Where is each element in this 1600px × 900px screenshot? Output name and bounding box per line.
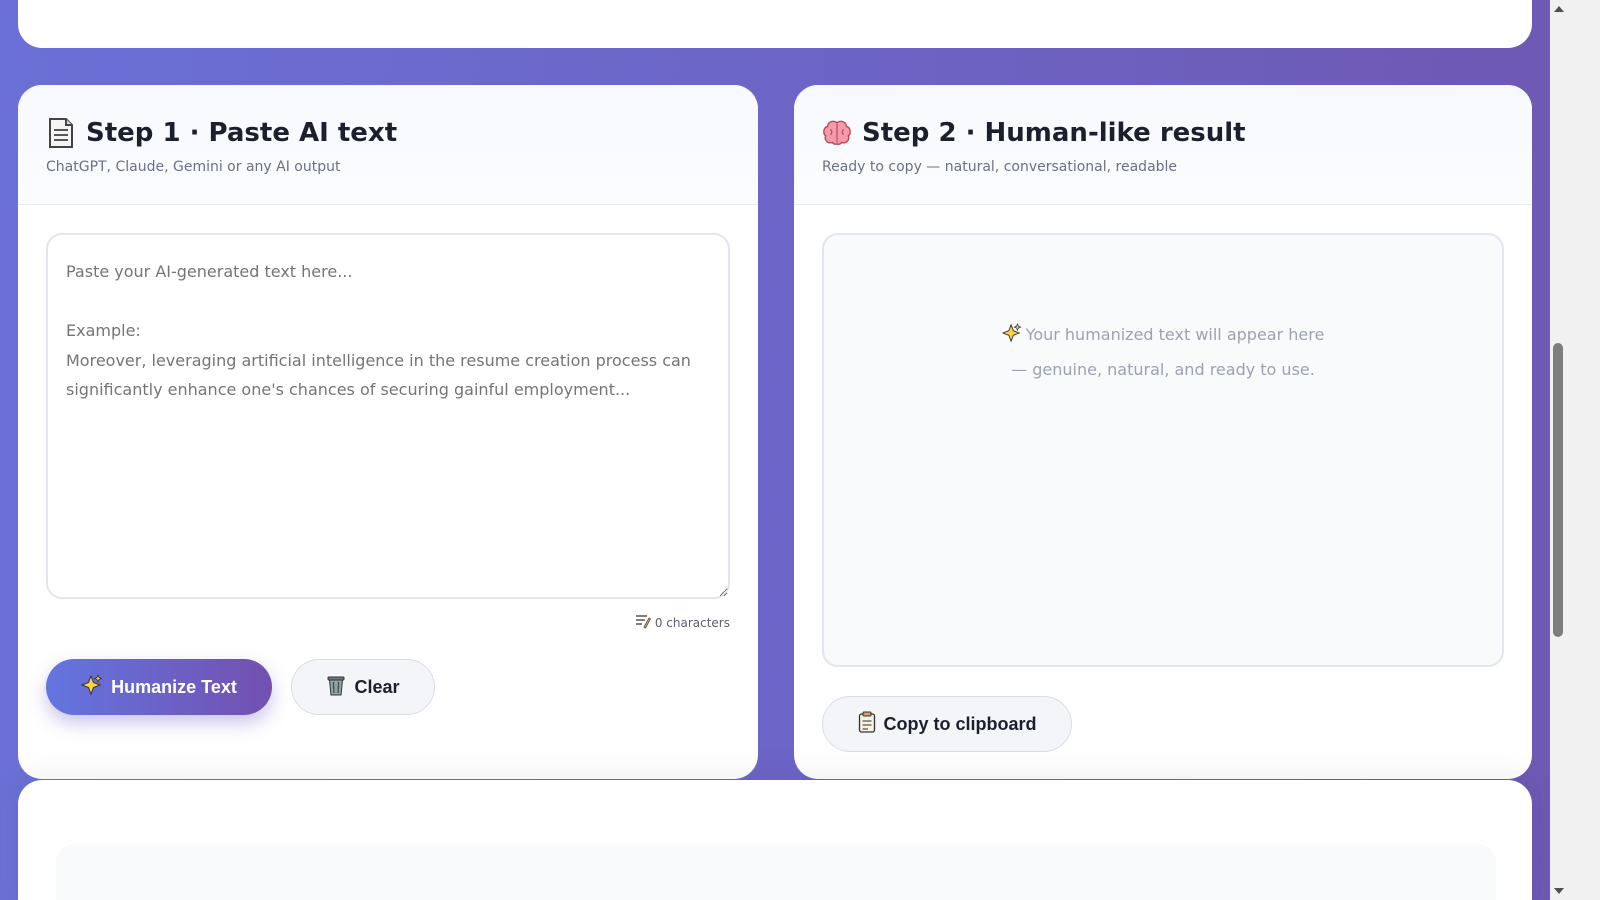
step2-header: Step 2 · Human-like result Ready to copy…: [794, 85, 1532, 205]
step2-title-text: Step 2 · Human-like result: [862, 118, 1246, 148]
step1-header: Step 1 · Paste AI text ChatGPT, Claude, …: [18, 85, 758, 205]
humanize-button-label: Humanize Text: [111, 676, 237, 697]
result-placeholder: Your humanized text will appear here — g…: [983, 319, 1343, 665]
copy-to-clipboard-button[interactable]: Copy to clipboard: [822, 696, 1072, 752]
humanize-button[interactable]: Humanize Text: [46, 659, 272, 715]
character-count-text: 0 characters: [654, 615, 730, 630]
sparkles-icon: [80, 673, 103, 701]
scroll-down-icon[interactable]: [1554, 888, 1564, 894]
page-scrollbar[interactable]: [1550, 0, 1568, 900]
copy-button-label: Copy to clipboard: [883, 713, 1037, 734]
trash-icon: [326, 674, 346, 701]
step2-card: Step 2 · Human-like result Ready to copy…: [794, 85, 1532, 779]
sparkles-icon: [1001, 322, 1022, 354]
bottom-card: [18, 780, 1532, 900]
clear-button-label: Clear: [354, 676, 400, 697]
scroll-up-icon[interactable]: [1554, 6, 1564, 12]
step2-title: Step 2 · Human-like result: [822, 115, 1504, 151]
clipboard-icon: [858, 711, 876, 738]
step1-card: Step 1 · Paste AI text ChatGPT, Claude, …: [18, 85, 758, 779]
step1-actions: Humanize Text Clear: [46, 659, 435, 715]
result-placeholder-line2: — genuine, natural, and ready to use.: [1011, 360, 1315, 379]
step1-title: Step 1 · Paste AI text: [46, 115, 730, 151]
result-output: Your humanized text will appear here — g…: [822, 233, 1504, 667]
step2-actions: Copy to clipboard: [822, 696, 1072, 752]
bottom-inner-panel: [56, 844, 1496, 900]
result-placeholder-line1: Your humanized text will appear here: [1025, 325, 1325, 344]
brain-icon: [822, 118, 852, 148]
scrollbar-thumb[interactable]: [1553, 343, 1563, 637]
step2-subtitle: Ready to copy — natural, conversational,…: [822, 159, 1178, 175]
text-lines-icon: [635, 613, 651, 632]
page-icon: [46, 118, 76, 148]
step1-title-text: Step 1 · Paste AI text: [86, 118, 398, 148]
step1-subtitle: ChatGPT, Claude, Gemini or any AI output: [46, 159, 341, 175]
character-count: 0 characters: [635, 613, 730, 632]
top-card: [18, 0, 1532, 48]
ai-text-input[interactable]: [46, 233, 730, 599]
window-edge: [1568, 0, 1600, 900]
clear-button[interactable]: Clear: [291, 659, 435, 715]
